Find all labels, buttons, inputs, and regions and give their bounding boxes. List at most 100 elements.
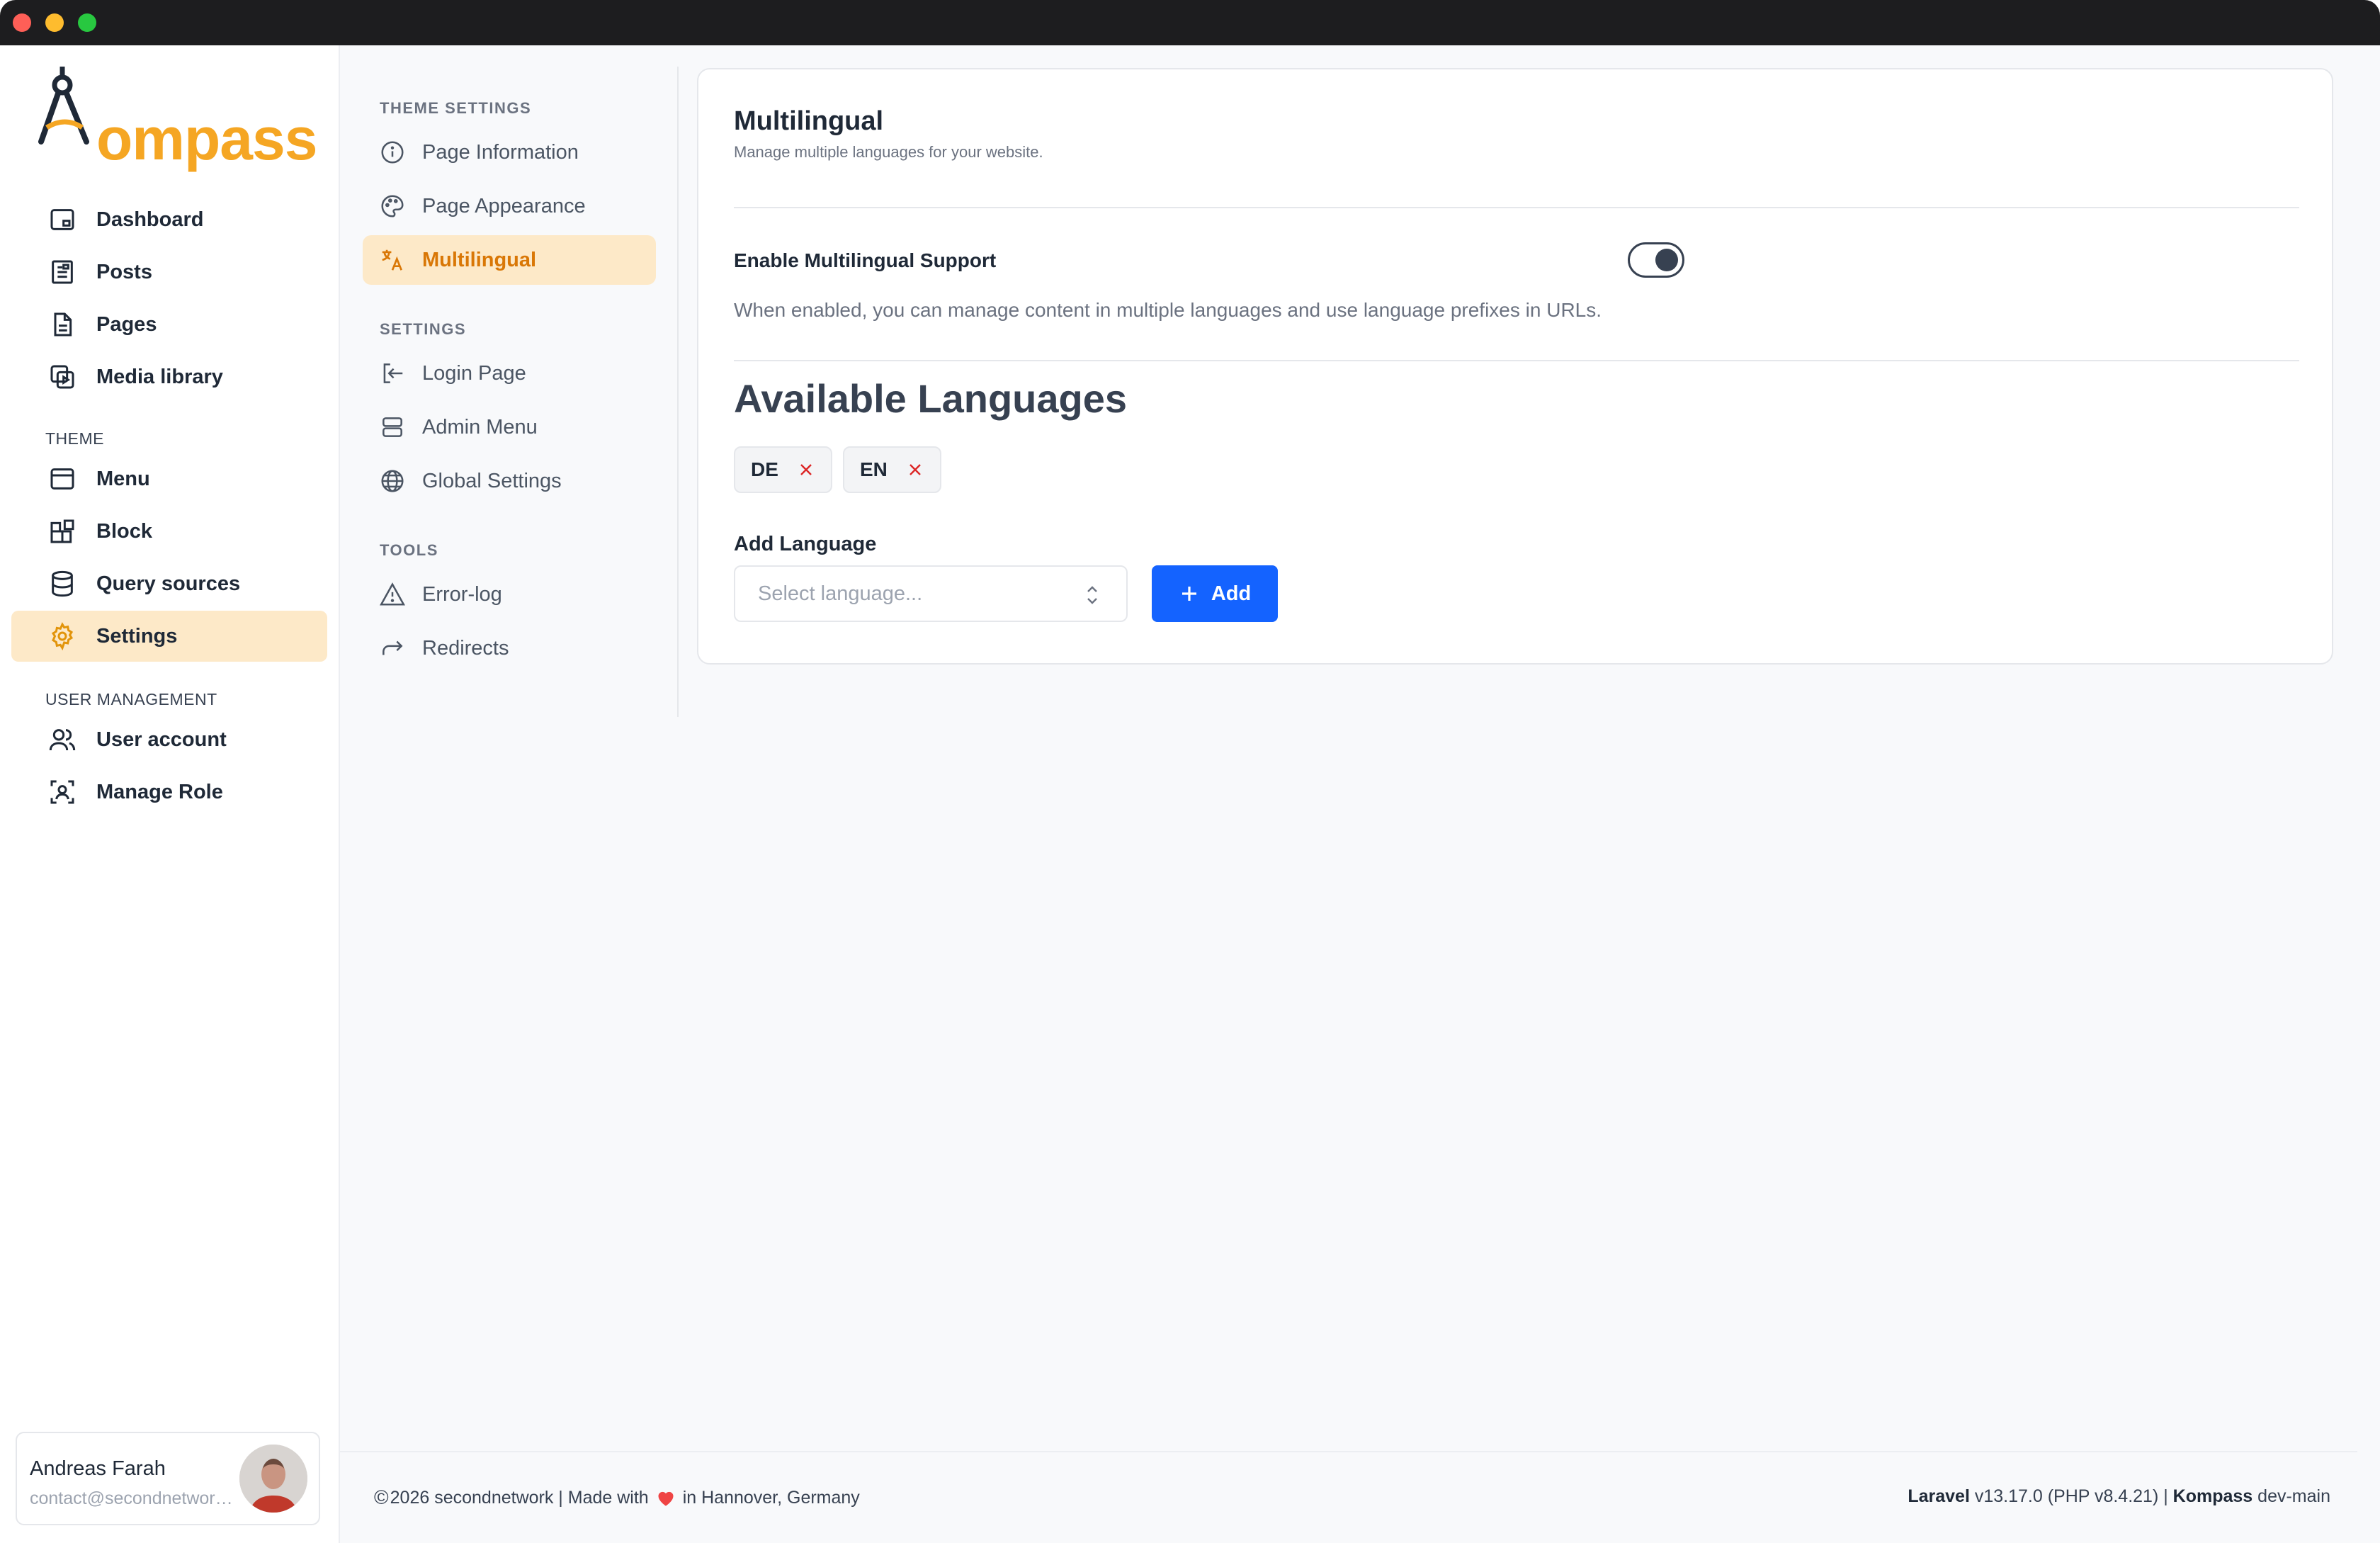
subnav-item-login-page[interactable]: Login Page [363,349,656,398]
logo-wordmark: ompass [96,106,317,172]
section-label-settings: SETTINGS [380,320,467,338]
sidebar-item-user-account[interactable]: User account [11,714,327,765]
posts-icon [47,256,78,288]
sidebar-item-menu[interactable]: Menu [11,453,327,504]
plus-icon [1179,583,1200,604]
page-title: Multilingual [734,106,884,136]
sidebar-item-label: Menu [96,467,150,490]
app: ompass Dashboard Posts Pages Media libra… [0,45,2380,1543]
database-icon [47,568,78,599]
sidebar-item-label: Manage Role [96,780,223,803]
sidebar-item-label: Query sources [96,572,241,595]
subnav-item-label: Login Page [422,361,526,385]
language-select-placeholder: Select language... [758,582,923,605]
available-languages-heading: Available Languages [734,376,1127,421]
menu-icon [47,463,78,494]
subnav-item-multilingual[interactable]: Multilingual [363,235,656,285]
main-sidebar: ompass Dashboard Posts Pages Media libra… [0,45,340,1543]
copyright-icon: © [374,1486,389,1508]
footer-divider [340,1451,2357,1452]
add-language-button[interactable]: Add [1152,565,1278,622]
dashboard-icon [47,204,78,235]
user-email: contact@secondnetwork.de [30,1488,235,1508]
section-label-theme: THEME [45,429,104,448]
minimize-window-button[interactable] [45,13,64,32]
divider [734,207,2299,208]
laravel-version: v13.17.0 (PHP v8.4.21) | [1974,1486,2168,1506]
kompass-label: Kompass [2172,1486,2253,1506]
remove-language-icon[interactable] [906,460,924,479]
admin-menu-icon [378,413,407,441]
sidebar-item-label: Block [96,519,152,543]
sidebar-item-media-library[interactable]: Media library [11,351,327,402]
chevron-updown-icon [1087,586,1097,604]
add-language-label: Add Language [734,533,877,555]
sidebar-item-dashboard[interactable]: Dashboard [11,194,327,245]
subnav-item-label: Page Information [422,140,579,164]
media-library-icon [47,361,78,392]
sidebar-item-block[interactable]: Block [11,506,327,557]
footer-copyright: © 2026 secondnetwork | Made with in Hann… [374,1486,860,1509]
subnav-item-label: Page Appearance [422,194,586,217]
avatar[interactable] [239,1445,307,1513]
sidebar-item-label: User account [96,728,227,751]
heart-icon [656,1488,676,1507]
sidebar-item-posts[interactable]: Posts [11,247,327,298]
palette-icon [378,192,407,220]
language-chip-de: DE [734,446,832,493]
remove-language-icon[interactable] [797,460,815,479]
footer-version-info: Laravel v13.17.0 (PHP v8.4.21) | Kompass… [1908,1486,2330,1507]
kompass-logo[interactable]: ompass [37,67,317,180]
subnav-item-page-appearance[interactable]: Page Appearance [363,181,656,231]
globe-icon [378,467,407,495]
maximize-window-button[interactable] [78,13,96,32]
block-icon [47,516,78,547]
multilingual-toggle-description: When enabled, you can manage content in … [734,299,1602,321]
divider [734,360,2299,361]
sidebar-item-label: Dashboard [96,208,204,231]
subnav-item-label: Multilingual [422,248,537,271]
subnav-item-redirects[interactable]: Redirects [363,623,656,673]
page-subtitle: Manage multiple languages for your websi… [734,143,1043,161]
multilingual-toggle-label: Enable Multilingual Support [734,249,997,271]
section-label-user-management: USER MANAGEMENT [45,690,217,708]
add-button-label: Add [1211,582,1252,605]
toggle-knob [1655,249,1678,271]
subnav-item-error-log[interactable]: Error-log [363,570,656,619]
close-window-button[interactable] [13,13,31,32]
language-select[interactable]: Select language... [734,565,1128,622]
user-name: Andreas Farah [30,1457,166,1480]
role-icon [47,776,78,808]
language-code: EN [860,458,888,480]
warning-icon [378,580,407,609]
user-profile-card[interactable]: Andreas Farah contact@secondnetwork.de [16,1432,320,1525]
redirect-icon [378,634,407,662]
sidebar-item-query-sources[interactable]: Query sources [11,558,327,609]
laravel-label: Laravel [1908,1486,1970,1506]
subnav-item-label: Redirects [422,636,509,660]
sidebar-item-label: Settings [96,624,178,648]
subnav-item-global-settings[interactable]: Global Settings [363,456,656,506]
language-chip-en: EN [843,446,941,493]
section-label-tools: TOOLS [380,541,438,559]
subnav-item-label: Error-log [422,582,502,606]
subnav-item-admin-menu[interactable]: Admin Menu [363,402,656,452]
sidebar-item-pages[interactable]: Pages [11,299,327,350]
sidebar-item-label: Media library [96,365,223,388]
sidebar-item-manage-role[interactable]: Manage Role [11,767,327,818]
login-icon [378,359,407,388]
subnav-divider [677,67,679,717]
sidebar-item-label: Pages [96,312,157,336]
sidebar-item-settings[interactable]: Settings [11,611,327,662]
sidebar-item-label: Posts [96,260,152,283]
settings-subnav: THEME SETTINGS Page Information Page App… [340,45,679,1543]
footer-text-2: in Hannover, Germany [682,1487,860,1508]
users-icon [47,724,78,755]
multilingual-card: Multilingual Manage multiple languages f… [697,68,2333,665]
footer-text-1: 2026 secondnetwork | Made with [390,1487,649,1508]
gear-icon [47,621,78,652]
section-label-theme-settings: THEME SETTINGS [380,99,532,117]
info-icon [378,138,407,166]
multilingual-toggle[interactable] [1628,242,1684,278]
subnav-item-page-information[interactable]: Page Information [363,128,656,177]
